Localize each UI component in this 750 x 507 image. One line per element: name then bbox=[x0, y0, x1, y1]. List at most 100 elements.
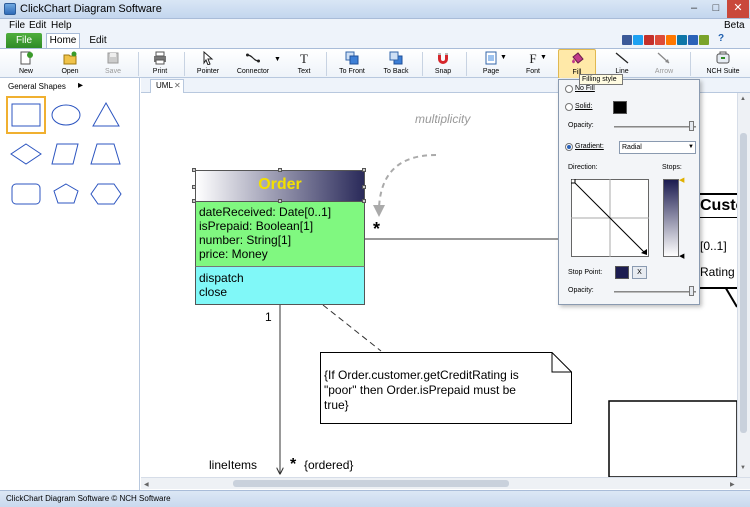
scroll-up-arrow-icon[interactable]: ▲ bbox=[740, 96, 746, 102]
horizontal-scrollbar[interactable]: ◀ ▶ bbox=[141, 477, 750, 489]
shape-hexagon[interactable] bbox=[90, 183, 122, 205]
solid-color-swatch[interactable] bbox=[613, 101, 627, 114]
vertical-scrollbar[interactable]: ▲ ▼ bbox=[737, 93, 750, 477]
solid-opacity-thumb[interactable] bbox=[689, 121, 694, 131]
help-icon[interactable]: ? bbox=[718, 33, 724, 44]
maximize-button[interactable]: □ bbox=[705, 0, 727, 18]
close-tab-icon[interactable]: ✕ bbox=[174, 80, 181, 92]
to-front-button[interactable]: To Front bbox=[334, 49, 370, 79]
shape-ellipse[interactable] bbox=[51, 104, 81, 126]
solid-radio[interactable] bbox=[565, 103, 573, 111]
resize-handle[interactable] bbox=[362, 185, 366, 189]
multiplicity-label[interactable]: multiplicity bbox=[415, 112, 470, 126]
pointer-icon bbox=[203, 51, 214, 65]
beta-label: Beta bbox=[724, 20, 745, 31]
shapes-panel-header[interactable]: General Shapes ▸ bbox=[0, 79, 140, 94]
tab-file[interactable]: File bbox=[6, 33, 42, 48]
resize-handle[interactable] bbox=[278, 168, 282, 172]
text-button[interactable]: T Text bbox=[290, 49, 318, 79]
solid-label[interactable]: Solid: bbox=[575, 103, 593, 110]
remove-stop-button[interactable]: X bbox=[632, 266, 647, 279]
minimize-button[interactable]: – bbox=[683, 0, 705, 18]
open-button[interactable]: Open bbox=[54, 49, 86, 79]
save-button[interactable]: Save bbox=[97, 49, 129, 79]
multiplicity-one[interactable]: 1 bbox=[265, 310, 272, 324]
doc-tab-uml[interactable]: UML ✕ bbox=[150, 79, 184, 93]
resize-handle[interactable] bbox=[192, 185, 196, 189]
gradient-radio[interactable] bbox=[565, 143, 573, 151]
gradient-stops-bar[interactable] bbox=[663, 179, 679, 257]
shape-pentagon[interactable] bbox=[53, 183, 79, 204]
partial-class-box[interactable] bbox=[608, 400, 737, 477]
solid-opacity-slider[interactable] bbox=[614, 126, 696, 128]
menu-help[interactable]: Help bbox=[51, 20, 72, 31]
google-icon[interactable] bbox=[655, 35, 665, 45]
scroll-left-arrow-icon[interactable]: ◀ bbox=[144, 481, 149, 488]
ordered-constraint-label[interactable]: {ordered} bbox=[304, 458, 353, 472]
save-icon bbox=[107, 52, 119, 64]
line-items-role-label[interactable]: lineItems bbox=[209, 458, 257, 472]
page-dropdown-icon[interactable]: ▼ bbox=[500, 54, 507, 61]
scroll-down-arrow-icon[interactable]: ▼ bbox=[740, 465, 746, 471]
order-class-operations[interactable]: dispatch close bbox=[195, 266, 365, 305]
shape-triangle[interactable] bbox=[92, 101, 120, 127]
resize-handle[interactable] bbox=[192, 199, 196, 203]
tab-edit[interactable]: Edit bbox=[86, 34, 110, 48]
pointer-button[interactable]: Pointer bbox=[192, 49, 224, 79]
share-icon[interactable] bbox=[666, 35, 676, 45]
resize-handle[interactable] bbox=[362, 199, 366, 203]
shape-trapezoid[interactable] bbox=[90, 143, 121, 165]
multiplicity-pointer-line[interactable] bbox=[378, 154, 437, 209]
print-button[interactable]: Print bbox=[144, 49, 176, 79]
nch-suite-button[interactable]: NCH Suite bbox=[702, 49, 744, 79]
gradient-type-select[interactable]: Radial ▼ bbox=[619, 141, 696, 154]
status-bar: ClickChart Diagram Software © NCH Softwa… bbox=[0, 490, 750, 507]
gradient-stop-bottom-marker[interactable]: ◀ bbox=[679, 252, 684, 260]
linkedin-icon[interactable] bbox=[677, 35, 687, 45]
toolbar-separator bbox=[466, 52, 467, 76]
gradient-label[interactable]: Gradient: bbox=[575, 143, 604, 150]
stop-point-color-swatch[interactable] bbox=[615, 266, 629, 279]
order-class-title: Order bbox=[258, 176, 302, 193]
scroll-right-arrow-icon[interactable]: ▶ bbox=[730, 481, 735, 488]
arrow-button[interactable]: Arrow bbox=[646, 49, 682, 79]
menu-edit[interactable]: Edit bbox=[29, 20, 46, 31]
constraint-note-text: {If Order.customer.getCreditRating is "p… bbox=[324, 368, 560, 413]
gradient-opacity-thumb[interactable] bbox=[689, 286, 694, 296]
facebook-icon[interactable] bbox=[622, 35, 632, 45]
customer-class-partial[interactable]: Custo [0..1] Rating bbox=[696, 193, 737, 289]
menu-file[interactable]: File bbox=[9, 20, 25, 31]
horizontal-scroll-thumb[interactable] bbox=[233, 480, 509, 487]
tab-home[interactable]: Home bbox=[46, 33, 80, 49]
connector-dropdown-icon[interactable]: ▼ bbox=[274, 56, 281, 63]
no-fill-radio[interactable] bbox=[565, 85, 573, 93]
to-back-button[interactable]: To Back bbox=[378, 49, 414, 79]
shape-diamond[interactable] bbox=[10, 143, 42, 165]
web-icon[interactable] bbox=[699, 35, 709, 45]
resize-handle[interactable] bbox=[192, 168, 196, 172]
gradient-opacity-slider[interactable] bbox=[614, 291, 696, 293]
snap-button[interactable]: Snap bbox=[428, 49, 458, 79]
font-dropdown-icon[interactable]: ▼ bbox=[540, 54, 547, 61]
new-button[interactable]: New bbox=[10, 49, 42, 79]
resize-handle[interactable] bbox=[278, 199, 282, 203]
youtube-icon[interactable] bbox=[644, 35, 654, 45]
note-anchor-line[interactable] bbox=[322, 304, 382, 352]
shapes-menu-arrow-icon[interactable]: ▸ bbox=[78, 80, 83, 91]
vertical-scroll-thumb[interactable] bbox=[740, 133, 747, 433]
gradient-direction-picker[interactable] bbox=[571, 179, 649, 257]
resize-handle[interactable] bbox=[362, 168, 366, 172]
multiplicity-star[interactable]: * bbox=[373, 219, 380, 240]
order-class-attributes[interactable]: dateReceived: Date[0..1] isPrepaid: Bool… bbox=[195, 202, 365, 266]
no-fill-label[interactable]: No Fill bbox=[575, 85, 595, 92]
email-icon[interactable] bbox=[688, 35, 698, 45]
multiplicity-star-line-items[interactable]: * bbox=[290, 456, 296, 474]
shape-rounded-rectangle[interactable] bbox=[11, 183, 41, 205]
gradient-stop-top-marker[interactable]: ◀ bbox=[679, 176, 684, 184]
shape-parallelogram[interactable] bbox=[51, 143, 79, 165]
shape-rectangle[interactable] bbox=[11, 103, 41, 127]
connector-button[interactable]: Connector bbox=[232, 49, 274, 79]
close-window-button[interactable]: ✕ bbox=[727, 0, 749, 18]
twitter-icon[interactable] bbox=[633, 35, 643, 45]
order-attribute: isPrepaid: Boolean[1] bbox=[199, 219, 314, 233]
